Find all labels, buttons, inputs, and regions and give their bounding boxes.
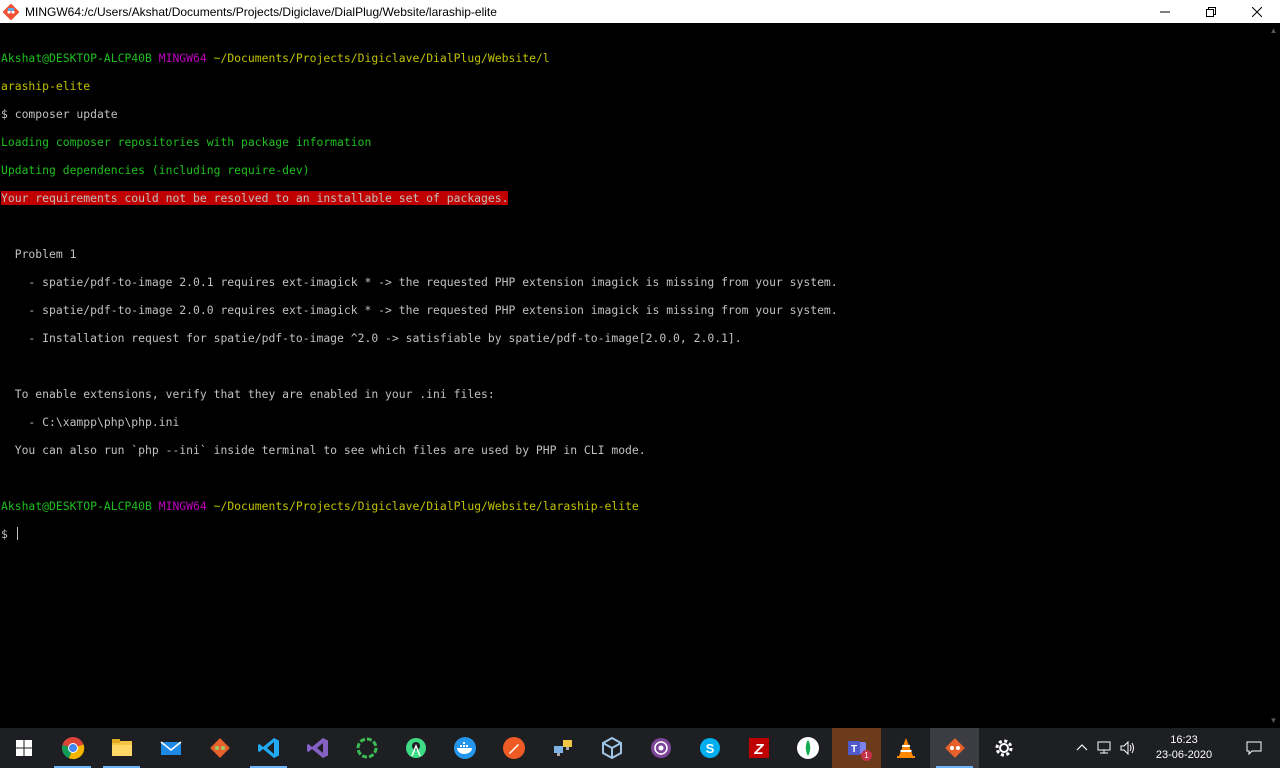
taskbar-virtualbox[interactable] <box>587 728 636 768</box>
mongodb-icon <box>796 737 819 759</box>
prompt-path-wrap: araship-elite <box>1 79 91 93</box>
prompt-env: MINGW64 <box>158 51 207 65</box>
updating-line: Updating dependencies (including require… <box>1 163 310 177</box>
input-prompt: $ <box>1 527 15 541</box>
error-message: Your requirements could not be resolved … <box>1 191 509 205</box>
virtualbox-icon <box>601 736 622 760</box>
prompt-line-2: Akshat@DESKTOP-ALCP40B MINGW64 ~/Documen… <box>1 499 1267 513</box>
svg-text:Z: Z <box>753 741 764 758</box>
prompt-line-1: Akshat@DESKTOP-ALCP40B MINGW64 ~/Documen… <box>1 51 1267 65</box>
taskbar-vscode[interactable] <box>244 728 293 768</box>
prompt-user: Akshat@DESKTOP-ALCP40B <box>1 499 152 513</box>
command-line: $ composer update <box>1 107 118 121</box>
taskbar-tor[interactable] <box>636 728 685 768</box>
taskbar-network-manager[interactable] <box>538 728 587 768</box>
clock-date: 23-06-2020 <box>1155 749 1213 761</box>
git-gui-icon <box>209 738 230 758</box>
taskbar-vlc[interactable] <box>881 728 930 768</box>
prompt-env: MINGW64 <box>158 499 207 513</box>
scroll-down-icon[interactable]: ▼ <box>1269 716 1278 725</box>
taskbar-teams[interactable]: T 1 <box>832 728 881 768</box>
postman-icon <box>502 737 525 759</box>
taskbar-visual-studio[interactable] <box>293 728 342 768</box>
show-hidden-icons-button[interactable] <box>1072 728 1092 768</box>
system-tray: 16:23 23-06-2020 <box>1072 728 1280 768</box>
problem-title: Problem 1 <box>1 247 77 261</box>
window-controls <box>1142 0 1280 23</box>
close-icon <box>1252 6 1262 17</box>
chrome-icon <box>61 737 84 760</box>
taskbar-settings[interactable] <box>979 728 1028 768</box>
prompt-user: Akshat@DESKTOP-ALCP40B <box>1 51 152 65</box>
refresh-circle-icon <box>356 737 377 759</box>
vscode-icon <box>257 738 279 758</box>
minimize-icon <box>1160 11 1170 12</box>
git-bash-app-icon[interactable] <box>3 3 19 20</box>
problem-line: - spatie/pdf-to-image 2.0.0 requires ext… <box>1 303 838 317</box>
window-title: MINGW64:/c/Users/Akshat/Documents/Projec… <box>25 4 497 19</box>
problem-line: - spatie/pdf-to-image 2.0.1 requires ext… <box>1 275 838 289</box>
clock-time: 16:23 <box>1170 734 1198 746</box>
also-run-line: You can also run `php --ini` inside term… <box>1 443 646 457</box>
filezilla-icon: Z <box>748 738 769 758</box>
problem-line: - Installation request for spatie/pdf-to… <box>1 331 742 345</box>
mail-icon <box>160 741 181 755</box>
notification-icon <box>1246 741 1262 756</box>
close-button[interactable] <box>1234 0 1280 23</box>
taskbar-refresh-app[interactable] <box>342 728 391 768</box>
prompt-path: ~/Documents/Projects/Digiclave/DialPlug/… <box>213 51 550 65</box>
git-bash-icon <box>944 738 965 758</box>
network-icon <box>1097 741 1111 754</box>
restore-icon <box>1206 6 1216 17</box>
network-manager-icon <box>553 740 572 756</box>
taskbar-git-gui[interactable] <box>195 728 244 768</box>
vertical-scrollbar[interactable]: ▲ ▼ <box>1267 23 1280 728</box>
network-button[interactable] <box>1092 728 1116 768</box>
clock[interactable]: 16:23 23-06-2020 <box>1140 728 1228 768</box>
scroll-up-icon[interactable]: ▲ <box>1269 26 1278 35</box>
svg-text:T: T <box>850 744 856 755</box>
prompt-path: ~/Documents/Projects/Digiclave/DialPlug/… <box>213 499 639 513</box>
taskbar-postman[interactable] <box>489 728 538 768</box>
taskbar-file-explorer[interactable] <box>97 728 146 768</box>
loading-line: Loading composer repositories with packa… <box>1 135 372 149</box>
taskbar-skype[interactable]: S <box>685 728 734 768</box>
taskbar-filezilla[interactable]: Z <box>734 728 783 768</box>
vlc-icon <box>896 738 915 758</box>
visual-studio-icon <box>306 738 328 758</box>
windows-logo-icon <box>16 740 32 756</box>
terminal-output[interactable]: Akshat@DESKTOP-ALCP40B MINGW64 ~/Documen… <box>0 23 1267 728</box>
docker-icon <box>453 737 476 759</box>
taskbar-android-studio[interactable] <box>391 728 440 768</box>
skype-icon: S <box>699 738 720 758</box>
taskbar-git-bash[interactable] <box>930 728 979 768</box>
taskbar: S Z T 1 16:23 23-06-2020 <box>0 728 1280 768</box>
settings-icon <box>995 739 1012 757</box>
error-line: Your requirements could not be resolved … <box>1 191 1267 205</box>
minimize-button[interactable] <box>1142 0 1188 23</box>
volume-button[interactable] <box>1116 728 1140 768</box>
android-studio-icon <box>405 738 426 758</box>
enable-extensions-line: To enable extensions, verify that they a… <box>1 387 495 401</box>
taskbar-chrome[interactable] <box>48 728 97 768</box>
chevron-up-icon <box>1076 744 1088 751</box>
tor-icon <box>650 738 671 758</box>
teams-notification-badge: 1 <box>861 750 872 761</box>
text-cursor <box>16 527 18 540</box>
taskbar-mail[interactable] <box>146 728 195 768</box>
taskbar-docker[interactable] <box>440 728 489 768</box>
restore-button[interactable] <box>1188 0 1234 23</box>
start-button[interactable] <box>0 728 48 768</box>
window-titlebar[interactable]: MINGW64:/c/Users/Akshat/Documents/Projec… <box>0 0 1280 23</box>
taskbar-mongodb[interactable] <box>783 728 832 768</box>
speaker-icon <box>1120 741 1134 755</box>
input-line[interactable]: $ <box>1 527 1267 541</box>
svg-text:S: S <box>705 741 714 756</box>
ini-path-line: - C:\xampp\php\php.ini <box>1 415 180 429</box>
action-center-button[interactable] <box>1228 728 1280 768</box>
file-explorer-icon <box>111 739 132 756</box>
